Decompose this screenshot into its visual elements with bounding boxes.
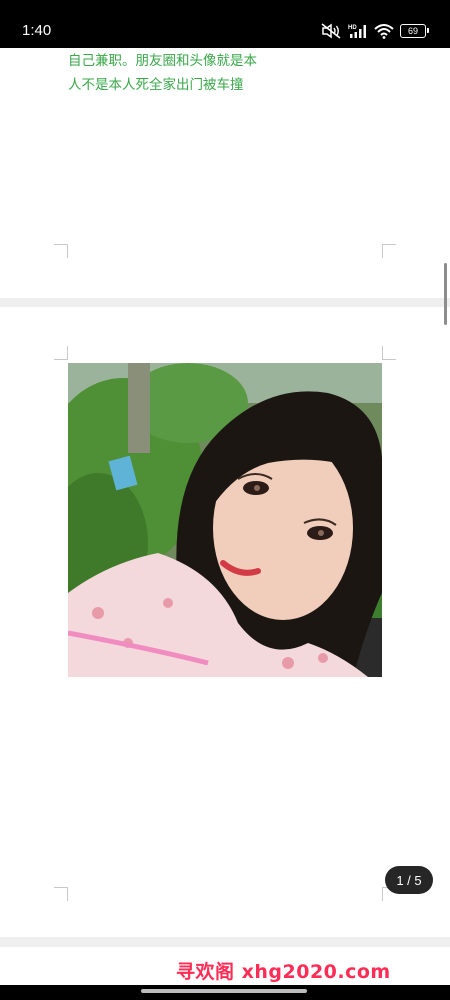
gesture-handle[interactable] — [141, 989, 307, 993]
wifi-icon — [374, 23, 394, 39]
document-photo[interactable] — [68, 363, 382, 677]
svg-text:HD: HD — [348, 25, 357, 31]
status-icons: HD 69 — [320, 22, 429, 40]
mute-icon — [320, 23, 342, 39]
scrollbar[interactable] — [444, 263, 447, 325]
battery-level: 69 — [407, 26, 418, 36]
status-bar: 1:40 HD 69 — [0, 0, 450, 48]
page-corner-mark — [54, 244, 68, 258]
document-page: 自己兼职。朋友圈和头像就是本 人不是本人死全家出门被车撞 — [0, 48, 450, 298]
page-corner-mark — [382, 244, 396, 258]
document-page — [0, 307, 450, 937]
document-text-line: 人不是本人死全家出门被车撞 — [68, 77, 244, 93]
battery-icon: 69 — [400, 24, 429, 38]
navigation-bar — [0, 985, 450, 1000]
watermark: 寻欢阁 xhg2020.com — [176, 961, 391, 983]
hd-signal-icon: HD — [348, 23, 368, 39]
page-corner-mark — [382, 346, 396, 360]
document-text-line: 自己兼职。朋友圈和头像就是本 — [68, 53, 257, 69]
status-time: 1:40 — [22, 22, 52, 39]
page-corner-mark — [54, 887, 68, 901]
page-corner-mark — [54, 346, 68, 360]
photo-icon — [68, 363, 382, 677]
document-viewer[interactable]: 自己兼职。朋友圈和头像就是本 人不是本人死全家出门被车撞 — [0, 48, 450, 985]
page-counter: 1 / 5 — [385, 866, 433, 894]
